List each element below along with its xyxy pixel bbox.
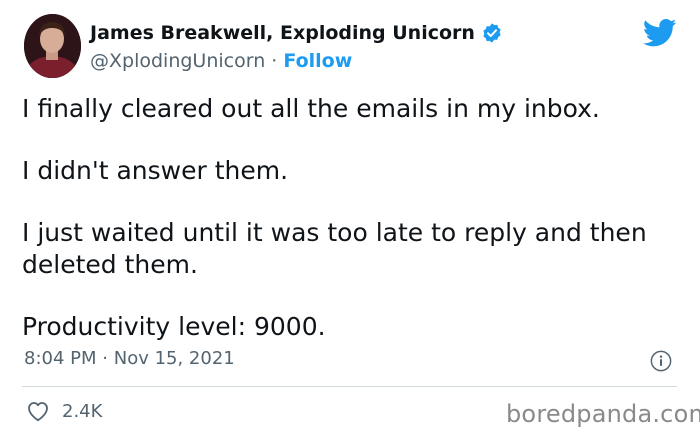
author-handle[interactable]: @XplodingUnicorn bbox=[90, 50, 265, 72]
watermark: boredpanda.com bbox=[506, 400, 700, 428]
twitter-bird-icon[interactable] bbox=[642, 18, 677, 48]
tweet-paragraph: I just waited until it was too late to r… bbox=[22, 218, 647, 279]
tweet-text: I finally cleared out all the emails in … bbox=[22, 93, 682, 343]
follow-button[interactable]: Follow bbox=[283, 50, 352, 72]
tweet-paragraph: I didn't answer them. bbox=[22, 156, 289, 185]
tweet-timestamp[interactable]: 8:04 PM · Nov 15, 2021 bbox=[24, 348, 235, 369]
verified-badge-icon bbox=[481, 22, 503, 44]
handle-separator: · bbox=[271, 50, 278, 72]
timestamp-separator: · bbox=[102, 348, 108, 369]
tweet-card: James Breakwell, Exploding Unicorn @Xplo… bbox=[0, 0, 700, 441]
divider bbox=[22, 386, 677, 387]
tweet-time: 8:04 PM bbox=[24, 348, 97, 369]
like-count[interactable]: 2.4K bbox=[62, 401, 102, 422]
tweet-paragraph: Productivity level: 9000. bbox=[22, 312, 326, 341]
heart-icon[interactable] bbox=[26, 400, 50, 422]
info-icon[interactable] bbox=[650, 350, 672, 372]
avatar[interactable] bbox=[24, 14, 81, 78]
handle-row: @XplodingUnicorn · Follow bbox=[90, 50, 352, 72]
tweet-paragraph: I finally cleared out all the emails in … bbox=[22, 94, 600, 123]
author-name[interactable]: James Breakwell, Exploding Unicorn bbox=[90, 22, 475, 44]
tweet-date: Nov 15, 2021 bbox=[113, 348, 235, 369]
author-name-row: James Breakwell, Exploding Unicorn bbox=[90, 22, 503, 44]
